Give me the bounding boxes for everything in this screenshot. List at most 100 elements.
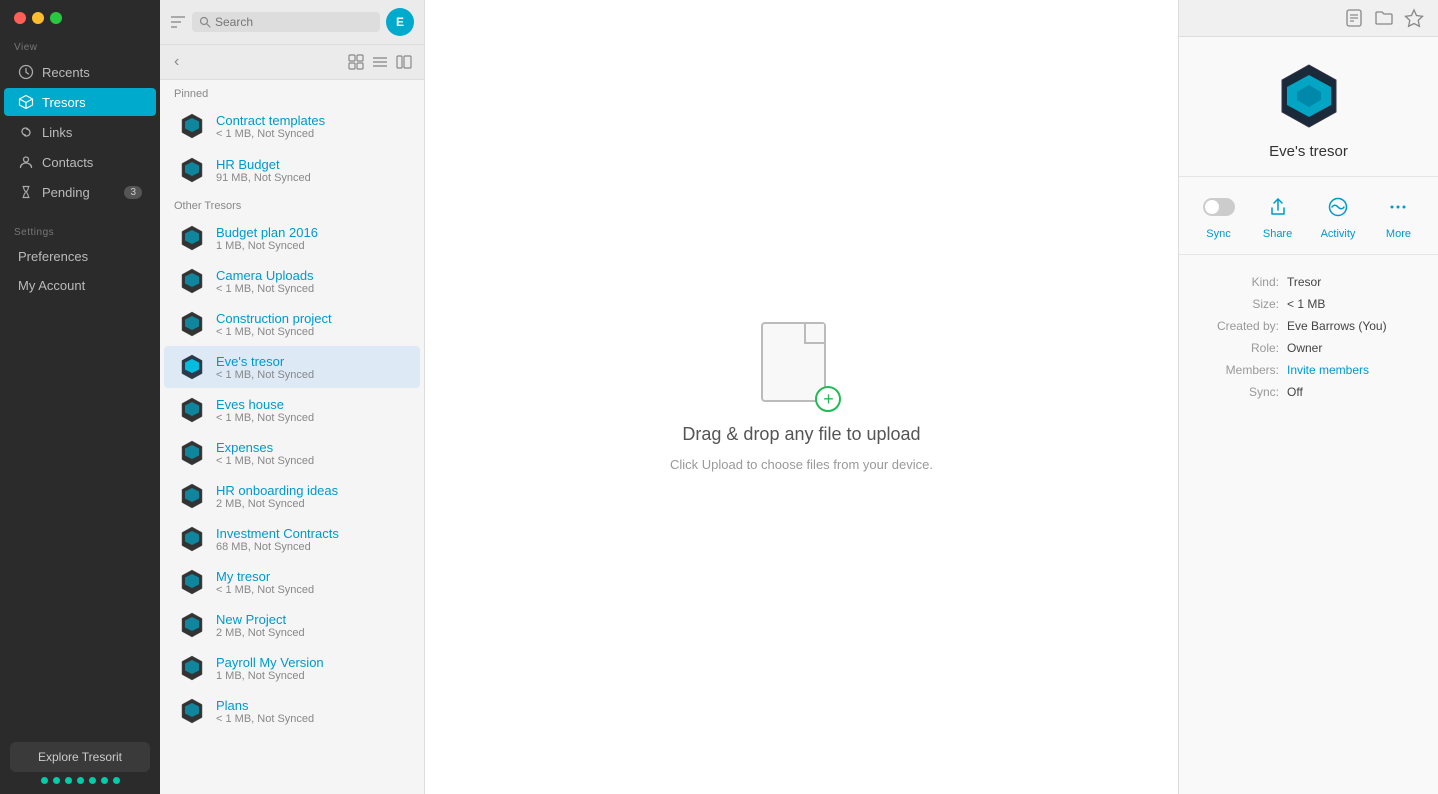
tresor-meta-hr-budget: 91 MB, Not Synced — [216, 172, 406, 184]
columns-view-icon[interactable] — [394, 52, 414, 72]
tresor-icon-expenses — [178, 439, 206, 467]
kind-value: Tresor — [1287, 275, 1418, 289]
tresor-item-hr-onboarding[interactable]: HR onboarding ideas 2 MB, Not Synced — [164, 475, 420, 517]
tresor-item-construction[interactable]: Construction project < 1 MB, Not Synced — [164, 303, 420, 345]
share-icon — [1262, 191, 1294, 223]
drop-subtitle: Click Upload to choose files from your d… — [670, 457, 933, 472]
tresor-actions: Sync Share Activity — [1179, 177, 1438, 255]
tresor-icon-payroll — [178, 654, 206, 682]
sidebar-item-tresors[interactable]: Tresors — [4, 88, 156, 116]
tresor-meta-0: 1 MB, Not Synced — [216, 240, 406, 252]
sidebar-item-contacts[interactable]: Contacts — [4, 148, 156, 176]
tresor-item-eves-tresor[interactable]: Eve's tresor < 1 MB, Not Synced — [164, 346, 420, 388]
tresor-name-9: New Project — [216, 612, 406, 627]
tresor-item-investment[interactable]: Investment Contracts 68 MB, Not Synced — [164, 518, 420, 560]
explore-dot-3 — [65, 777, 72, 784]
tresor-icon-camera — [178, 267, 206, 295]
right-panel-toolbar — [1179, 0, 1438, 37]
more-action[interactable]: More — [1382, 191, 1414, 240]
tresor-meta-6: 2 MB, Not Synced — [216, 498, 406, 510]
search-bar — [192, 12, 380, 32]
back-button[interactable]: ‹ — [170, 51, 183, 73]
close-button[interactable] — [14, 12, 26, 24]
tresor-item-payroll[interactable]: Payroll My Version 1 MB, Not Synced — [164, 647, 420, 689]
account-label: My Account — [18, 278, 85, 293]
tresor-item-contract-templates[interactable]: Contract templates < 1 MB, Not Synced — [164, 105, 420, 147]
activity-action[interactable]: Activity — [1321, 191, 1356, 240]
tresor-meta-3: < 1 MB, Not Synced — [216, 369, 406, 381]
tresor-item-budget-plan[interactable]: Budget plan 2016 1 MB, Not Synced — [164, 217, 420, 259]
file-list-nav: ‹ — [160, 45, 424, 80]
tresor-icon-budget-plan — [178, 224, 206, 252]
explore-dot-6 — [101, 777, 108, 784]
tresor-meta-8: < 1 MB, Not Synced — [216, 584, 406, 596]
file-icon — [761, 322, 826, 402]
tresor-name-hr-budget: HR Budget — [216, 157, 406, 172]
sync-action[interactable]: Sync — [1203, 191, 1235, 240]
tresor-name-8: My tresor — [216, 569, 406, 584]
sidebar: View Recents Tresors Links — [0, 0, 160, 794]
share-action[interactable]: Share — [1262, 191, 1294, 240]
sidebar-pending-label: Pending — [42, 185, 90, 200]
tresor-meta-7: 68 MB, Not Synced — [216, 541, 406, 553]
tresor-item-expenses[interactable]: Expenses < 1 MB, Not Synced — [164, 432, 420, 474]
tresor-item-plans[interactable]: Plans < 1 MB, Not Synced — [164, 690, 420, 732]
hourglass-icon — [18, 184, 34, 200]
tresor-icon-construction — [178, 310, 206, 338]
sidebar-links-label: Links — [42, 125, 72, 140]
minimize-button[interactable] — [32, 12, 44, 24]
drop-icon: + — [761, 322, 841, 412]
sort-icon[interactable] — [170, 15, 186, 29]
sync-icon — [1203, 191, 1235, 223]
tresor-name-3: Eve's tresor — [216, 354, 406, 369]
tresor-name-10: Payroll My Version — [216, 655, 406, 670]
tresor-item-hr-budget[interactable]: HR Budget 91 MB, Not Synced — [164, 149, 420, 191]
tresor-meta-2: < 1 MB, Not Synced — [216, 326, 406, 338]
explore-dot-7 — [113, 777, 120, 784]
link-icon — [18, 124, 34, 140]
pending-badge: 3 — [124, 186, 142, 199]
explore-dot-2 — [53, 777, 60, 784]
sidebar-item-pending[interactable]: Pending 3 — [4, 178, 156, 206]
sidebar-tresors-label: Tresors — [42, 95, 86, 110]
sync-toggle[interactable] — [1203, 198, 1235, 216]
tresor-item-my-tresor[interactable]: My tresor < 1 MB, Not Synced — [164, 561, 420, 603]
drop-title: Drag & drop any file to upload — [682, 424, 920, 445]
tresor-name-1: Camera Uploads — [216, 268, 406, 283]
tresor-icon-contract — [178, 112, 206, 140]
tresor-icon-hr-budget — [178, 156, 206, 184]
meta-row-kind: Kind: Tresor — [1199, 271, 1418, 293]
view-section-label: View — [0, 32, 160, 57]
role-value: Owner — [1287, 341, 1418, 355]
sidebar-item-links[interactable]: Links — [4, 118, 156, 146]
maximize-button[interactable] — [50, 12, 62, 24]
meta-row-sync: Sync: Off — [1199, 381, 1418, 403]
tresor-item-new-project[interactable]: New Project 2 MB, Not Synced — [164, 604, 420, 646]
explore-dot-4 — [77, 777, 84, 784]
search-input[interactable] — [215, 15, 373, 29]
tresor-item-camera-uploads[interactable]: Camera Uploads < 1 MB, Not Synced — [164, 260, 420, 302]
size-label: Size: — [1199, 297, 1279, 311]
panel-folder-icon[interactable] — [1374, 8, 1394, 28]
size-value: < 1 MB — [1287, 297, 1418, 311]
panel-star-icon[interactable] — [1404, 8, 1424, 28]
invite-members-link[interactable]: Invite members — [1287, 363, 1418, 377]
tresor-name-6: HR onboarding ideas — [216, 483, 406, 498]
preferences-label: Preferences — [18, 249, 88, 264]
sidebar-item-account[interactable]: My Account — [4, 272, 156, 299]
file-list-panel: E ‹ — [160, 0, 425, 794]
panel-note-icon[interactable] — [1344, 8, 1364, 28]
explore-button[interactable]: Explore Tresorit — [10, 742, 150, 772]
tresor-item-eves-house[interactable]: Eves house < 1 MB, Not Synced — [164, 389, 420, 431]
grid-view-icon[interactable] — [346, 52, 366, 72]
members-label: Members: — [1199, 363, 1279, 377]
tresor-icon-new-project — [178, 611, 206, 639]
sidebar-item-preferences[interactable]: Preferences — [4, 243, 156, 270]
more-icon — [1382, 191, 1414, 223]
sidebar-item-recents[interactable]: Recents — [4, 58, 156, 86]
profile-avatar[interactable]: E — [386, 8, 414, 36]
sync-action-label: Sync — [1206, 228, 1230, 240]
tresor-meta-10: 1 MB, Not Synced — [216, 670, 406, 682]
list-view-icon[interactable] — [370, 52, 390, 72]
sync-meta-value: Off — [1287, 385, 1418, 399]
